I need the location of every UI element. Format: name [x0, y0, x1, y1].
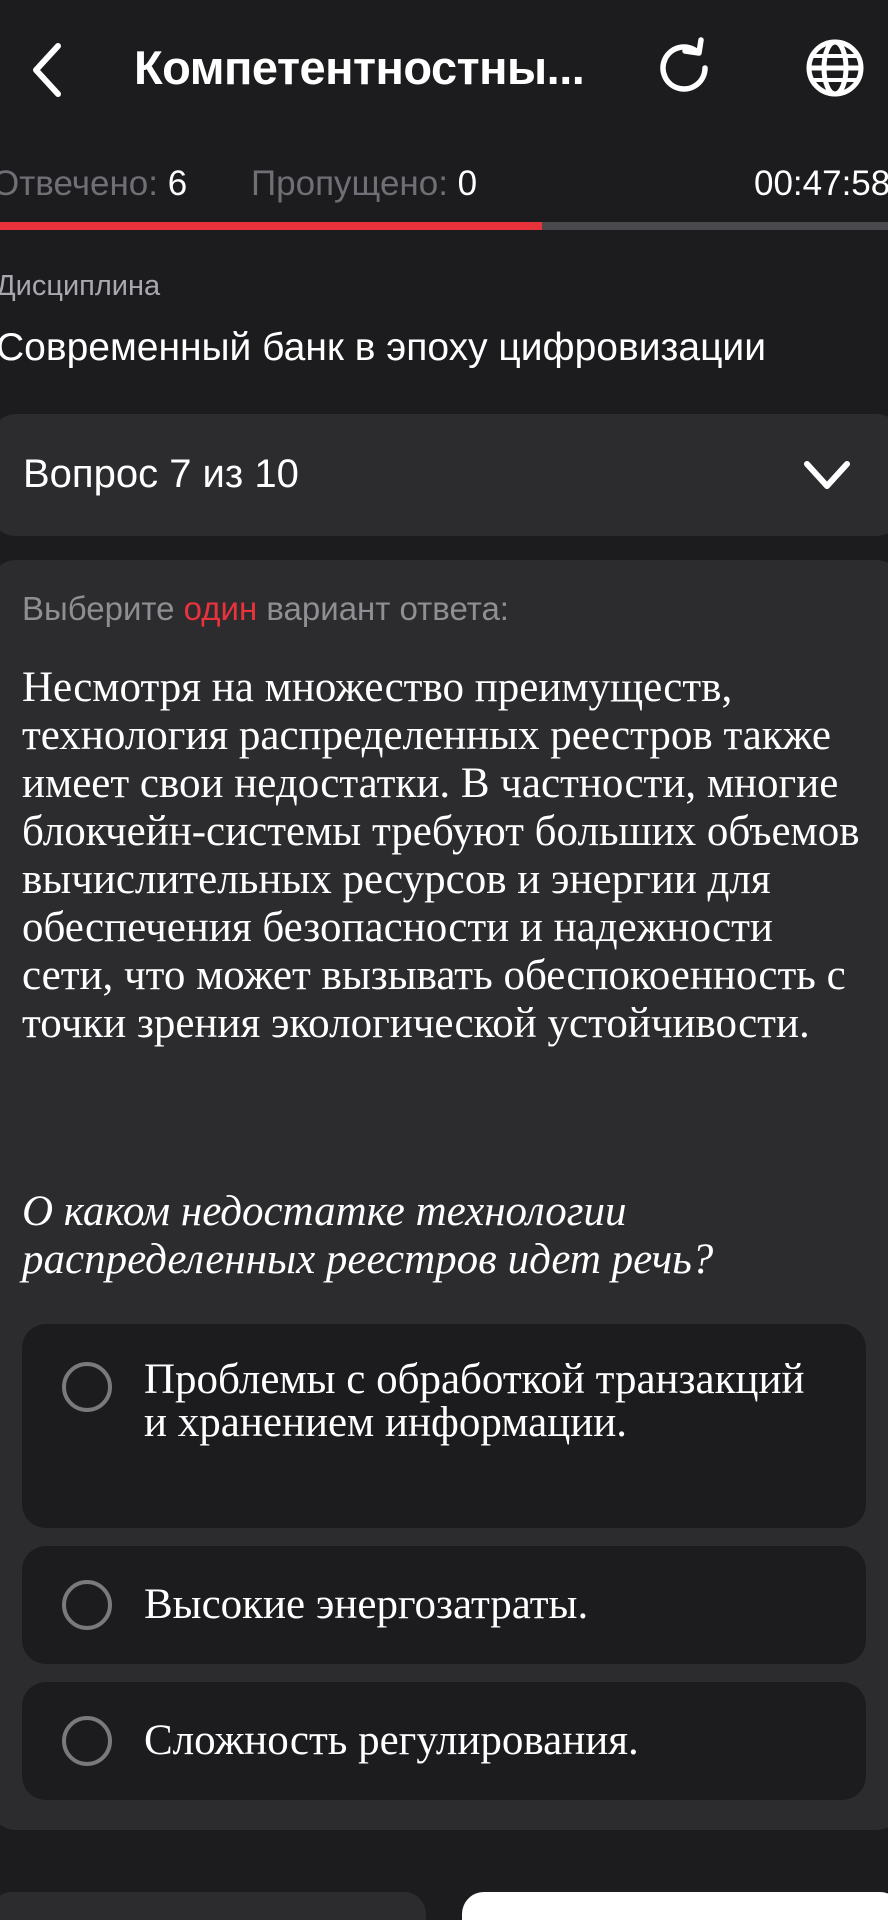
- radio-button[interactable]: [62, 1580, 112, 1630]
- instruction-text-after: вариант ответа:: [266, 590, 509, 627]
- progress-stats: Отвечено: 6 Пропущено: 0 00:47:58: [0, 160, 888, 210]
- question-number: Вопрос 7 из 10: [23, 452, 299, 496]
- discipline-label: Дисциплина: [0, 270, 161, 302]
- question-card: Выберите один вариант ответа: Несмотря н…: [0, 560, 888, 1830]
- answer-option[interactable]: Высокие энергозатраты.: [22, 1546, 866, 1664]
- top-bar: Компетентностны...: [0, 0, 888, 140]
- page-title: Компетентностны...: [134, 41, 585, 94]
- secondary-action-button[interactable]: [0, 1892, 426, 1920]
- answer-option[interactable]: Сложность регулирования.: [22, 1682, 866, 1800]
- refresh-icon: [660, 37, 708, 92]
- globe-icon: [806, 39, 864, 97]
- question-prompt: О каком недостатке технологии распределе…: [22, 1188, 714, 1283]
- discipline-name: Современный банк в эпоху цифровизации: [0, 326, 766, 369]
- answer-option-text: Проблемы с обработкой транзакций и хране…: [144, 1356, 805, 1446]
- skipped-label: Пропущено:: [251, 164, 448, 203]
- answer-option-text: Сложность регулирования.: [144, 1717, 639, 1764]
- question-text: Несмотря на множество преимуществ, техно…: [22, 664, 860, 1047]
- language-button[interactable]: [798, 34, 872, 102]
- instruction-accent: один: [183, 590, 258, 627]
- radio-button[interactable]: [62, 1362, 112, 1412]
- answered-value: 6: [167, 164, 188, 203]
- primary-action-button[interactable]: [462, 1892, 888, 1920]
- radio-button[interactable]: [62, 1716, 112, 1766]
- question-selector[interactable]: Вопрос 7 из 10: [0, 414, 888, 536]
- refresh-button[interactable]: [650, 34, 718, 102]
- back-button[interactable]: [22, 36, 72, 104]
- answer-instruction: Выберите один вариант ответа:: [22, 590, 509, 628]
- answered-label: Отвечено:: [0, 164, 158, 203]
- answered-count: Отвечено: 6: [0, 164, 187, 204]
- answer-option-text: Высокие энергозатраты.: [144, 1581, 589, 1628]
- skipped-value: 0: [457, 164, 478, 203]
- answer-option[interactable]: Проблемы с обработкой транзакций и хране…: [22, 1324, 866, 1528]
- progress-bar-fill: [0, 222, 542, 230]
- timer: 00:47:58: [754, 164, 888, 203]
- progress-bar: [0, 222, 888, 230]
- chevron-left-icon: [33, 43, 61, 97]
- instruction-text-before: Выберите: [22, 590, 175, 627]
- skipped-count: Пропущено: 0: [251, 164, 477, 204]
- quiz-screen: Компетентностны... Отвечено: 6 Пропущено…: [0, 0, 888, 1920]
- chevron-down-icon: [804, 461, 850, 489]
